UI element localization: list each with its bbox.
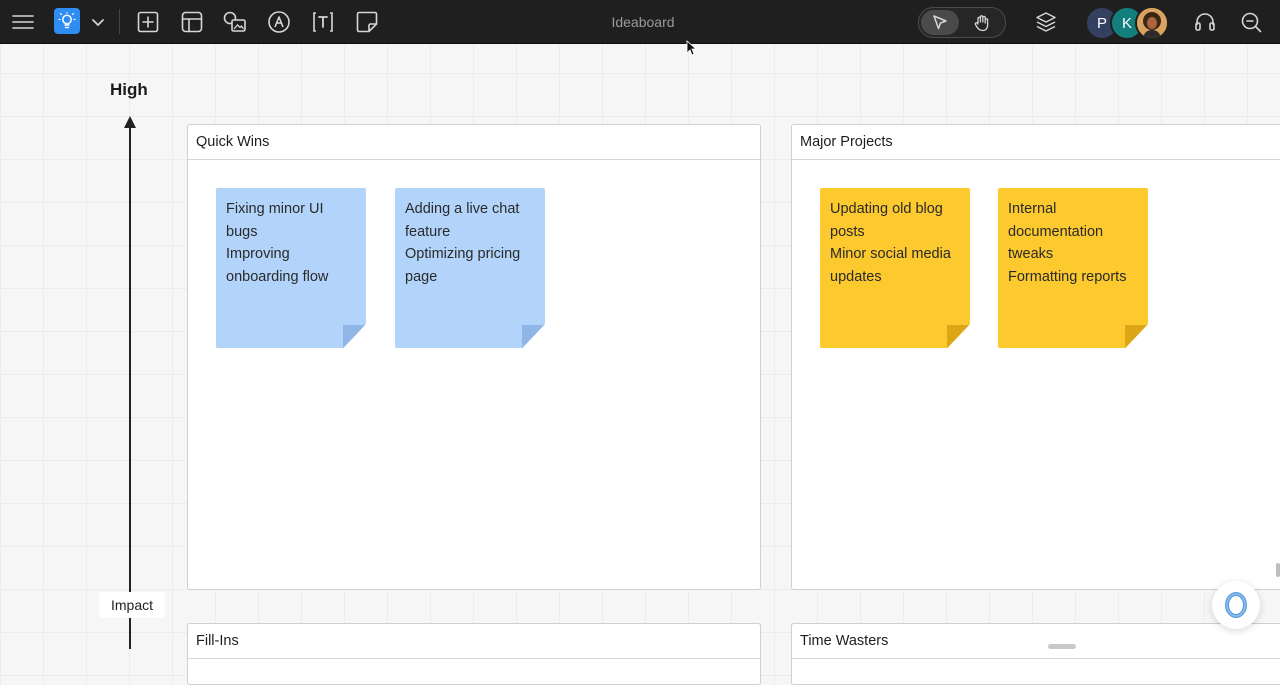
avatar-initial: P [1096, 14, 1107, 32]
pointer-icon[interactable] [921, 10, 959, 35]
impact-axis-line [129, 122, 131, 649]
toolbar-divider [119, 9, 120, 34]
note-fold [343, 325, 366, 348]
hand-icon[interactable] [963, 10, 1001, 35]
menu-icon[interactable] [10, 0, 36, 43]
quadrant-fill-ins[interactable]: Fill-Ins [187, 623, 761, 685]
sticky-note-icon[interactable] [354, 0, 380, 43]
pen-circle-icon[interactable] [266, 0, 292, 43]
quadrant-time-wasters[interactable]: Time Wasters [791, 623, 1280, 685]
layers-icon[interactable] [1033, 0, 1059, 43]
quadrant-title: Time Wasters [792, 624, 1280, 659]
layout-icon[interactable] [179, 0, 205, 43]
sticky-note-text: Internal documentation tweaks Formatting… [1008, 198, 1140, 288]
sticky-note[interactable]: Fixing minor UI bugs Improving onboardin… [216, 188, 366, 348]
note-line: tweaks [1008, 246, 1054, 262]
axis-high-label: High [110, 80, 148, 99]
board-title: Ideaboard [611, 13, 675, 30]
sticky-note[interactable]: Adding a live chat feature Optimizing pr… [395, 188, 545, 348]
add-frame-icon[interactable] [135, 0, 161, 43]
avatar-photo[interactable] [1135, 6, 1169, 40]
note-line: Optimizing pricing [405, 246, 521, 262]
user-photo-icon [1137, 8, 1167, 38]
lightbulb-icon[interactable] [54, 8, 80, 34]
quadrant-title: Fill-Ins [188, 624, 760, 659]
note-line: bugs [226, 223, 258, 240]
note-line: Internal [1008, 201, 1057, 217]
note-line: page [405, 268, 438, 285]
mode-toggle [918, 7, 1006, 38]
vertical-scrollbar[interactable] [1276, 563, 1280, 577]
assistant-button[interactable] [1212, 581, 1260, 629]
sticky-note-text: Updating old blog posts Minor social med… [830, 198, 962, 288]
sticky-note-text: Fixing minor UI bugs Improving onboardin… [226, 198, 358, 288]
search-zoom-icon[interactable] [1238, 0, 1264, 43]
note-line: feature [405, 223, 451, 240]
note-line: documentation [1008, 223, 1104, 240]
headset-icon[interactable] [1192, 0, 1218, 43]
mouse-cursor-icon [686, 40, 698, 61]
quadrant-title: Quick Wins [188, 125, 760, 160]
horizontal-scrollbar[interactable] [1048, 644, 1076, 649]
note-line: Adding a live chat [405, 201, 520, 217]
note-line: updates [830, 268, 882, 285]
quadrant-quick-wins[interactable]: Quick Wins Fixing minor UI bugs Improvin… [187, 124, 761, 590]
chevron-down-icon[interactable] [88, 0, 108, 43]
note-line: posts [830, 223, 865, 240]
note-line: Updating old blog [830, 201, 943, 217]
note-line: Minor social media [830, 246, 951, 262]
toolbar: Ideaboard P K [0, 0, 1280, 44]
note-fold [947, 325, 970, 348]
sticky-note[interactable]: Updating old blog posts Minor social med… [820, 188, 970, 348]
text-box-icon[interactable] [310, 0, 336, 43]
note-line: onboarding flow [226, 268, 329, 285]
note-line: Improving [226, 246, 290, 262]
quadrant-title: Major Projects [792, 125, 1280, 160]
assistant-logo-icon [1225, 592, 1247, 618]
note-fold [1125, 325, 1148, 348]
note-fold [522, 325, 545, 348]
note-line: Formatting reports [1008, 268, 1127, 285]
sticky-note[interactable]: Internal documentation tweaks Formatting… [998, 188, 1148, 348]
avatar-initial: K [1121, 14, 1132, 32]
note-line: Fixing minor UI [226, 201, 324, 217]
quadrant-major-projects[interactable]: Major Projects Updating old blog posts M… [791, 124, 1280, 590]
impact-axis-label: Impact [99, 592, 165, 618]
image-shapes-icon[interactable] [222, 0, 248, 43]
sticky-note-text: Adding a live chat feature Optimizing pr… [405, 198, 537, 288]
